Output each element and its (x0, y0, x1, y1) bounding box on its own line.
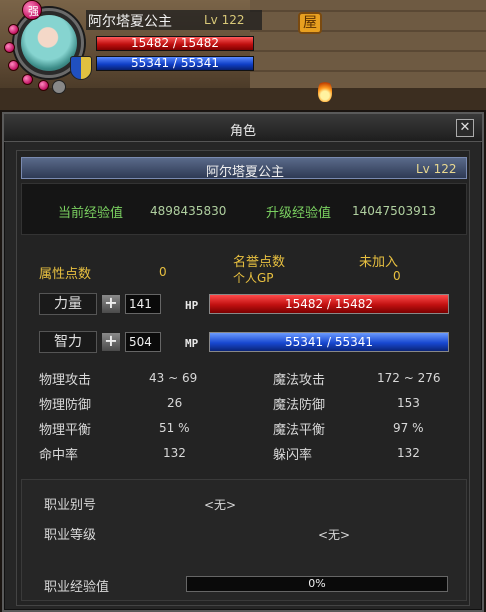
combat-stat-value: 132 (163, 446, 186, 460)
combat-stat-label: 魔法攻击 (273, 373, 326, 388)
add-intellect-button[interactable]: + (101, 332, 121, 352)
menu-button[interactable] (52, 80, 66, 94)
combat-stat-label: 物理攻击 (39, 373, 92, 388)
personal-gp-value: 0 (393, 269, 401, 283)
next-exp-label: 升级经验值 (266, 206, 332, 221)
window-titlebar[interactable]: 角色 ✕ (4, 114, 482, 142)
buff-slot-icon[interactable] (22, 74, 33, 85)
personal-gp-label: 个人GP (233, 271, 274, 285)
current-exp-value: 4898435830 (150, 204, 227, 218)
job-title-value: <无> (204, 498, 237, 512)
combat-stat-label: 物理平衡 (39, 423, 92, 438)
character-header: 阿尔塔夏公主 Lv 122 (21, 157, 467, 180)
combat-stat-value: 153 (397, 396, 420, 410)
job-panel: 职业别号 <无> 职业等级 <无> 职业经验值 0% (21, 479, 467, 601)
attribute-points-label: 属性点数 (39, 267, 92, 282)
combat-stat-value: 172 ~ 276 (377, 371, 441, 385)
combat-stat-value: 51 % (159, 421, 190, 435)
buff-slot-icon[interactable] (38, 80, 49, 91)
combat-stat-label: 物理防御 (39, 398, 92, 413)
torch-flame-icon (318, 80, 332, 102)
hud-player-level: Lv 122 (204, 13, 245, 27)
attribute-points-value: 0 (159, 265, 167, 279)
hp-bar: 15482 / 15482 (209, 294, 449, 314)
hud-player-name: 阿尔塔夏公主 (88, 14, 172, 30)
buff-gem-icon[interactable]: 强 (22, 0, 42, 20)
guild-shield-icon[interactable] (70, 56, 92, 80)
buff-slot-icon[interactable] (8, 60, 19, 71)
job-level-value: <无> (318, 528, 351, 542)
current-exp-label: 当前经验值 (58, 206, 124, 221)
mp-tag: MP (185, 337, 199, 350)
experience-panel: 当前经验值 4898435830 升级经验值 14047503913 (21, 183, 467, 235)
hp-tag: HP (185, 299, 199, 312)
job-exp-label: 职业经验值 (44, 580, 110, 595)
character-name: 阿尔塔夏公主 (205, 165, 284, 180)
combat-stat-value: 43 ~ 69 (149, 371, 198, 385)
character-portrait (21, 15, 77, 71)
character-level: Lv 122 (416, 162, 457, 176)
close-button[interactable]: ✕ (456, 119, 474, 137)
strength-value: 141 (125, 294, 161, 314)
combat-stat-value: 26 (167, 396, 183, 410)
combat-stat-label: 命中率 (39, 448, 79, 463)
mp-bar: 55341 / 55341 (209, 332, 449, 352)
intellect-value: 504 (125, 332, 161, 352)
buff-gem-label: 强 (28, 5, 39, 18)
character-window: 角色 ✕ 阿尔塔夏公主 Lv 122 当前经验值 4898435830 升级经验… (2, 112, 484, 612)
hud-mp-bar: 55341 / 55341 (96, 56, 254, 71)
combat-stat-label: 躲闪率 (273, 448, 313, 463)
character-panel: 阿尔塔夏公主 Lv 122 当前经验值 4898435830 升级经验值 140… (16, 150, 470, 606)
hud-hp-bar: 15482 / 15482 (96, 36, 254, 51)
combat-stat-value: 97 % (393, 421, 424, 435)
combat-stat-label: 魔法平衡 (273, 423, 326, 438)
buff-slot-icon[interactable] (8, 24, 19, 35)
combat-stat-value: 132 (397, 446, 420, 460)
shop-sign-icon[interactable]: 屋 (298, 12, 322, 34)
next-exp-value: 14047503913 (352, 204, 436, 218)
player-hud: 强 阿尔塔夏公主 Lv 122 15482 / 15482 55341 / 55… (0, 0, 270, 96)
combat-stat-label: 魔法防御 (273, 398, 326, 413)
strength-label: 力量 (39, 293, 97, 315)
intellect-label: 智力 (39, 331, 97, 353)
add-strength-button[interactable]: + (101, 294, 121, 314)
job-exp-bar: 0% (186, 576, 448, 592)
buff-slot-icon[interactable] (4, 42, 15, 53)
window-title: 角色 (229, 124, 256, 139)
job-level-label: 职业等级 (44, 528, 97, 543)
not-added-label: 未加入 (359, 255, 399, 270)
job-title-label: 职业别号 (44, 498, 97, 513)
honor-points-label: 名誉点数 (233, 255, 286, 270)
